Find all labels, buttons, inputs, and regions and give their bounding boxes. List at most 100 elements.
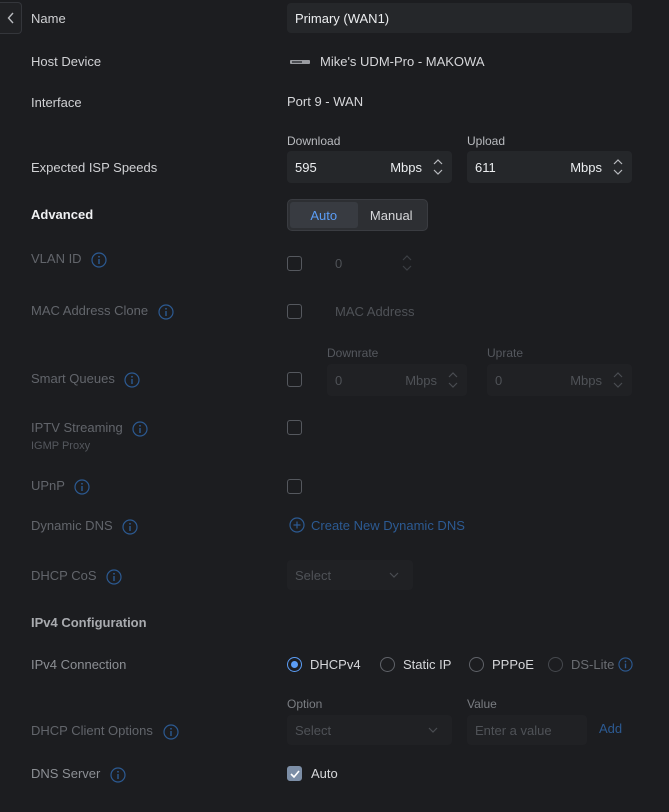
chevron-up-icon	[448, 372, 458, 378]
chevron-down-icon	[402, 265, 412, 271]
radio-ds-lite[interactable]: DS-Lite	[548, 657, 633, 672]
chevron-up-icon	[402, 255, 412, 261]
download-value: 595	[295, 159, 317, 175]
back-button[interactable]	[0, 2, 22, 34]
dns-server-label: DNS Server	[31, 766, 126, 783]
chevron-up-icon	[433, 159, 443, 165]
downrate-stepper[interactable]	[447, 367, 459, 393]
vlan-value: 0	[335, 255, 343, 271]
advanced-label: Advanced	[31, 207, 94, 222]
dynamic-dns-label: Dynamic DNS	[31, 518, 138, 535]
iptv-checkbox[interactable]	[287, 420, 302, 435]
radio-dhcpv4[interactable]: DHCPv4	[287, 657, 361, 672]
host-device-value: Mike's UDM-Pro - MAKOWA	[320, 54, 485, 69]
isp-speeds-label: Expected ISP Speeds	[31, 160, 158, 175]
mac-clone-text: MAC Address Clone	[31, 303, 149, 318]
uprate-value: 0	[495, 372, 503, 388]
radio-static-ip-dot	[380, 657, 395, 672]
vlan-checkbox[interactable]	[287, 256, 302, 271]
dns-auto-label: Auto	[311, 766, 338, 781]
dhcp-client-options-label: DHCP Client Options	[31, 723, 179, 740]
info-icon[interactable]	[162, 723, 179, 740]
vlan-input[interactable]: 0	[327, 248, 421, 278]
ipv4-connection-label: IPv4 Connection	[31, 657, 127, 672]
advanced-toggle: Auto Manual	[287, 199, 428, 231]
smart-queues-checkbox[interactable]	[287, 372, 302, 387]
ipv4-config-heading: IPv4 Configuration	[31, 615, 147, 630]
chevron-down-icon	[433, 169, 443, 175]
chevron-down-icon	[448, 382, 458, 388]
info-icon[interactable]	[122, 518, 138, 535]
uprate-label: Uprate	[487, 346, 524, 360]
create-dynamic-dns-text: Create New Dynamic DNS	[311, 517, 465, 533]
download-stepper[interactable]	[432, 154, 444, 180]
dhcp-cos-select[interactable]: Select	[287, 560, 413, 590]
chevron-left-icon	[7, 12, 14, 24]
chevron-down-icon	[428, 727, 438, 733]
dhcp-option-select[interactable]: Select	[287, 715, 452, 745]
dns-auto-checkbox[interactable]: Auto	[287, 766, 338, 781]
smart-queues-text: Smart Queues	[31, 371, 115, 386]
name-label: Name	[31, 11, 66, 26]
mac-clone-label: MAC Address Clone	[31, 303, 174, 320]
info-icon[interactable]	[132, 420, 148, 437]
dhcp-cos-label: DHCP CoS	[31, 568, 122, 585]
download-input[interactable]: 595 Mbps	[287, 151, 452, 183]
create-dynamic-dns-link[interactable]: Create New Dynamic DNS	[289, 517, 465, 533]
radio-pppoe-dot	[469, 657, 484, 672]
add-button[interactable]: Add	[599, 721, 622, 736]
interface-label: Interface	[31, 95, 82, 110]
downrate-label: Downrate	[327, 346, 379, 360]
dns-auto-checkmark	[287, 766, 302, 781]
chevron-down-icon	[613, 169, 623, 175]
check-icon	[289, 769, 300, 778]
value-column-label: Value	[467, 697, 497, 711]
chevron-down-icon	[389, 572, 399, 578]
uprate-input[interactable]: 0 Mbps	[487, 364, 632, 396]
upnp-checkbox[interactable]	[287, 479, 302, 494]
chevron-up-icon	[613, 159, 623, 165]
mac-clone-checkbox[interactable]	[287, 304, 302, 319]
interface-value: Port 9 - WAN	[287, 94, 364, 109]
downrate-input[interactable]: 0 Mbps	[327, 364, 467, 396]
info-icon[interactable]	[618, 657, 633, 672]
name-input[interactable]: Primary (WAN1)	[287, 3, 632, 33]
download-label: Download	[287, 134, 341, 148]
radio-static-ip[interactable]: Static IP	[380, 657, 451, 672]
upload-input[interactable]: 611 Mbps	[467, 151, 632, 183]
chevron-up-icon	[613, 372, 623, 378]
info-icon[interactable]	[106, 568, 122, 585]
iptv-text: IPTV Streaming	[31, 420, 123, 435]
upload-stepper[interactable]	[612, 154, 624, 180]
chevron-down-icon	[613, 382, 623, 388]
smart-queues-label: Smart Queues	[31, 371, 141, 388]
upnp-label: UPnP	[31, 478, 90, 495]
device-icon	[290, 59, 310, 64]
dhcp-client-options-text: DHCP Client Options	[31, 723, 153, 738]
upload-label: Upload	[467, 134, 506, 148]
info-icon[interactable]	[110, 766, 126, 783]
advanced-manual-option[interactable]: Manual	[358, 202, 426, 228]
download-unit: Mbps	[390, 159, 422, 175]
dns-server-text: DNS Server	[31, 766, 101, 781]
upload-unit: Mbps	[570, 159, 602, 175]
uprate-stepper[interactable]	[612, 367, 624, 393]
option-column-label: Option	[287, 697, 323, 711]
info-icon[interactable]	[124, 371, 141, 388]
info-icon[interactable]	[158, 303, 174, 320]
dhcp-cos-placeholder: Select	[295, 567, 332, 583]
radio-ds-lite-dot	[548, 657, 563, 672]
vlan-stepper[interactable]	[401, 250, 413, 276]
mac-address-input[interactable]: MAC Address	[327, 296, 527, 326]
downrate-unit: Mbps	[405, 372, 437, 388]
dhcp-value-placeholder: Enter a value	[475, 722, 552, 738]
radio-pppoe-label: PPPoE	[492, 657, 534, 672]
plus-circle-icon	[289, 517, 305, 533]
radio-static-ip-label: Static IP	[403, 657, 452, 672]
radio-pppoe[interactable]: PPPoE	[469, 657, 534, 672]
iptv-sublabel: IGMP Proxy	[31, 440, 91, 452]
advanced-auto-option[interactable]: Auto	[290, 202, 358, 228]
dhcp-value-input[interactable]: Enter a value	[467, 715, 587, 745]
info-icon[interactable]	[74, 478, 90, 495]
info-icon[interactable]	[91, 251, 107, 268]
